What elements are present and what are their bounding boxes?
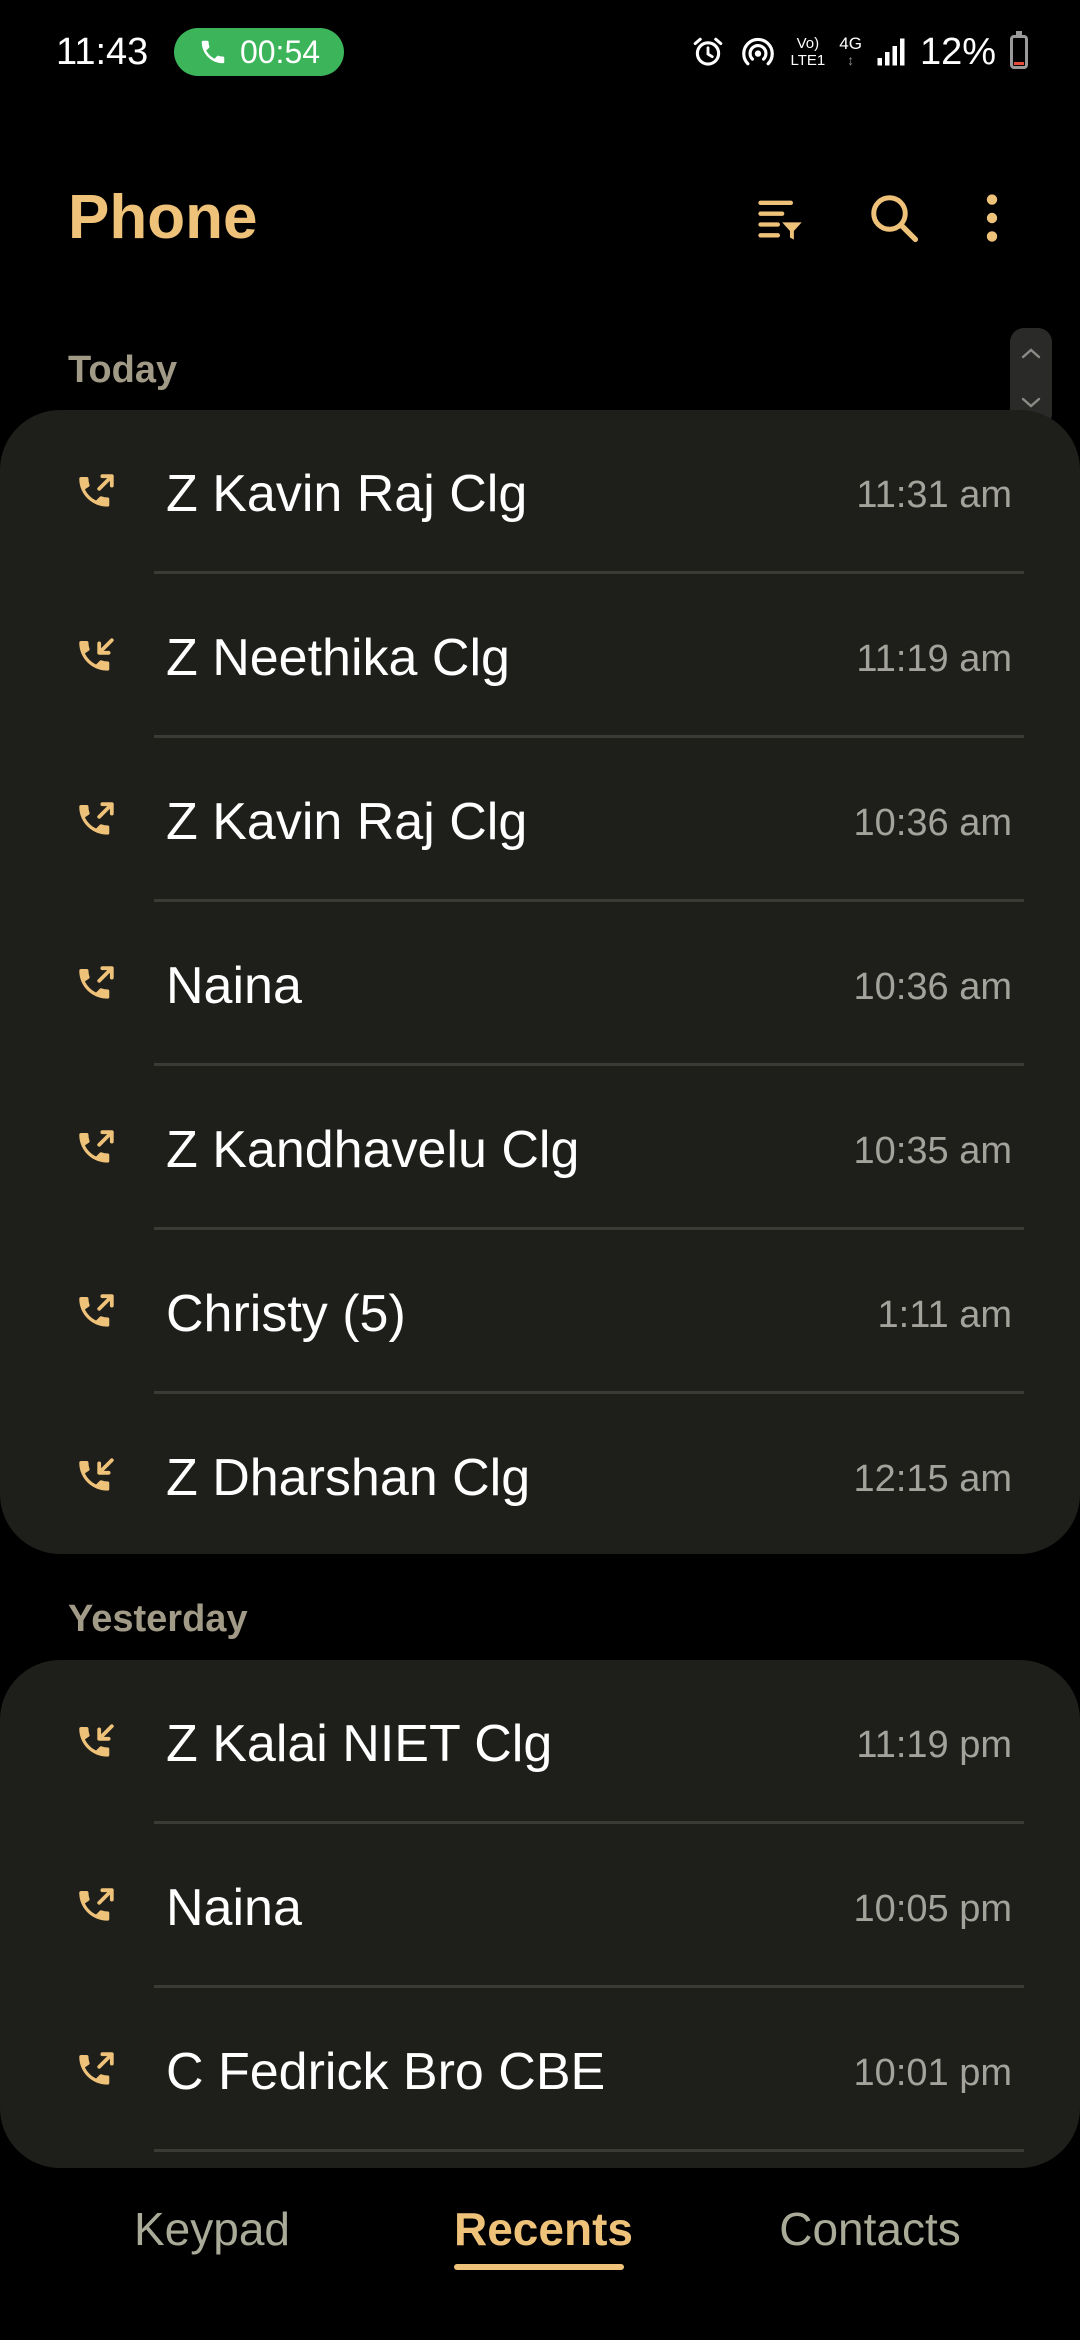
caller-name: Christy (5) <box>166 1285 406 1343</box>
chevron-up-icon <box>1021 348 1041 359</box>
tab-contacts[interactable]: Contacts <box>776 2198 964 2278</box>
caller-name: Naina <box>166 1879 302 1937</box>
call-time: 10:36 am <box>853 966 1012 1008</box>
volte-icon: Vo) LTE1 <box>790 35 826 69</box>
call-timer: 00:54 <box>239 34 321 70</box>
call-time: 10:05 pm <box>853 1888 1012 1930</box>
call-time: 11:31 am <box>856 474 1012 516</box>
tab-recents-label: Recents <box>454 2203 633 2255</box>
outgoing-call-icon <box>74 1128 116 1170</box>
chevron-down-icon <box>1021 397 1041 408</box>
page-title: Phone <box>68 183 258 252</box>
battery-percent: 12% <box>919 30 996 73</box>
caller-name: Z Dharshan Clg <box>166 1449 531 1507</box>
calls-card-today: Z Kavin Raj Clg 11:31 am Z Neethika Clg 11:… <box>0 410 1080 1554</box>
filter-icon <box>758 200 802 240</box>
status-icons: Vo) LTE1 4G ↕ 12% <box>691 24 1028 80</box>
hotspot-icon <box>741 37 774 66</box>
tab-keypad[interactable]: Keypad <box>134 2198 290 2278</box>
row-divider <box>154 2149 1024 2152</box>
more-options-button[interactable] <box>956 182 1028 254</box>
call-log-row[interactable]: Z Kalai NIET Clg 11:19 pm <box>0 1660 1080 1824</box>
bottom-navigation: Keypad Recents Contacts <box>0 2198 1080 2340</box>
incoming-call-icon <box>74 636 116 678</box>
call-time: 11:19 pm <box>856 1724 1012 1766</box>
caller-name: C Fedrick Bro CBE <box>166 2043 606 2101</box>
call-log-row[interactable]: Z Kavin Raj Clg 10:36 am <box>0 738 1080 902</box>
status-time: 11:43 <box>56 31 149 73</box>
section-header-yesterday: Yesterday <box>68 1598 248 1640</box>
outgoing-call-icon <box>74 800 116 842</box>
tab-keypad-label: Keypad <box>134 2203 291 2255</box>
call-log-row[interactable]: Z Kavin Raj Clg 11:31 am <box>0 410 1080 574</box>
caller-name: Naina <box>166 957 302 1015</box>
call-log-row[interactable]: Naina 10:36 am <box>0 902 1080 1066</box>
call-log-row[interactable]: Z Neethika Clg 11:19 am <box>0 574 1080 738</box>
calls-card-yesterday: Z Kalai NIET Clg 11:19 pm Naina 10:05 pm C F… <box>0 1660 1080 2168</box>
caller-name: Z Kavin Raj Clg <box>166 465 528 523</box>
alarm-icon <box>693 37 722 66</box>
section-header-today: Today <box>68 349 178 391</box>
incoming-call-icon <box>74 1722 116 1764</box>
outgoing-call-icon <box>74 2050 116 2092</box>
search-icon <box>871 195 919 243</box>
call-log-row[interactable]: Christy (5) 1:11 am <box>0 1230 1080 1394</box>
outgoing-call-icon <box>74 472 116 514</box>
filter-button[interactable] <box>744 182 816 254</box>
phone-icon <box>201 40 225 64</box>
call-time: 11:19 am <box>856 638 1012 680</box>
outgoing-call-icon <box>74 964 116 1006</box>
caller-name: Z Kalai NIET Clg <box>166 1715 553 1773</box>
tab-recents[interactable]: Recents <box>454 2198 633 2278</box>
signal-icon <box>877 38 905 66</box>
outgoing-call-icon <box>74 1886 116 1928</box>
call-time: 10:36 am <box>853 802 1012 844</box>
call-time: 10:35 am <box>853 1130 1012 1172</box>
call-time: 1:11 am <box>877 1294 1012 1336</box>
call-log-row[interactable]: C Fedrick Bro CBE 10:01 pm <box>0 1988 1080 2152</box>
call-log-row[interactable]: Z Dharshan Clg 12:15 am <box>0 1394 1080 1554</box>
incoming-call-icon <box>74 1456 116 1498</box>
call-time: 10:01 pm <box>853 2052 1012 2094</box>
battery-level-fill <box>1014 62 1024 65</box>
more-options-icon <box>986 194 998 242</box>
search-button[interactable] <box>858 182 930 254</box>
call-log-row[interactable]: Naina 10:05 pm <box>0 1824 1080 1988</box>
battery-icon <box>1010 31 1028 69</box>
caller-name: Z Kavin Raj Clg <box>166 793 528 851</box>
outgoing-call-icon <box>74 1292 116 1334</box>
call-log-row[interactable]: Z Kandhavelu Clg 10:35 am <box>0 1066 1080 1230</box>
ongoing-call-chip[interactable]: 00:54 <box>174 28 344 76</box>
status-bar: 11:43 00:54 Vo) LTE1 4G ↕ 12% <box>0 0 1080 104</box>
call-time: 12:15 am <box>853 1458 1012 1500</box>
network-4g-icon: 4G ↕ <box>839 34 862 68</box>
tab-contacts-label: Contacts <box>779 2203 961 2255</box>
caller-name: Z Neethika Clg <box>166 629 510 687</box>
active-tab-indicator <box>454 2264 624 2270</box>
caller-name: Z Kandhavelu Clg <box>166 1121 580 1179</box>
